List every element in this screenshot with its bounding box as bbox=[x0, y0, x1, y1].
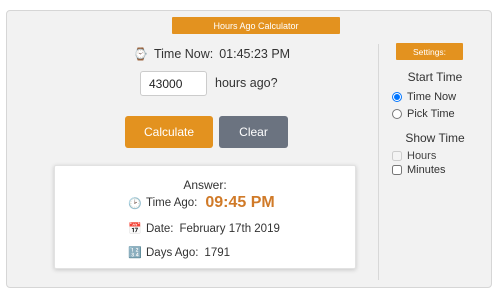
time-ago-row: 🕑 Time Ago: 09:45 PM bbox=[128, 194, 275, 212]
answer-card: Answer: 🕑 Time Ago: 09:45 PM 📅 Date: Feb… bbox=[54, 165, 356, 269]
time-ago-value: 09:45 PM bbox=[205, 194, 275, 211]
time-now-row: ⌚ Time Now: 01:45:23 PM bbox=[133, 47, 290, 61]
answer-title: Answer: bbox=[183, 178, 227, 192]
days-ago-value: 1791 bbox=[204, 246, 231, 259]
show-time-option-hours: Hours bbox=[392, 150, 436, 162]
days-ago-row: 🔢 Days Ago: 1791 bbox=[128, 246, 231, 260]
hours-ago-label: hours ago? bbox=[215, 76, 278, 90]
calculate-button[interactable]: Calculate bbox=[125, 116, 213, 148]
date-row: 📅 Date: February 17th 2019 bbox=[128, 222, 280, 236]
start-time-option-pick-time[interactable]: Pick Time bbox=[392, 108, 455, 120]
start-time-option-time-now[interactable]: Time Now bbox=[392, 91, 456, 103]
time-now-label: Time Now: bbox=[153, 47, 214, 61]
pick-time-radio-label: Pick Time bbox=[407, 108, 455, 120]
numbers-icon: 🔢 bbox=[128, 247, 142, 259]
hours-checkbox-label: Hours bbox=[407, 150, 437, 162]
clock-icon: 🕑 bbox=[128, 197, 142, 210]
clear-button[interactable]: Clear bbox=[219, 116, 288, 148]
pick-time-radio[interactable] bbox=[392, 109, 402, 119]
days-ago-label: Days Ago: bbox=[146, 246, 199, 259]
time-now-radio[interactable] bbox=[392, 92, 402, 102]
show-time-option-minutes[interactable]: Minutes bbox=[392, 164, 446, 176]
minutes-checkbox[interactable] bbox=[392, 165, 402, 175]
start-time-label: Start Time bbox=[407, 70, 463, 84]
settings-divider bbox=[378, 44, 379, 280]
watch-icon: ⌚ bbox=[133, 47, 148, 61]
date-label: Date: bbox=[146, 222, 174, 235]
hours-checkbox bbox=[392, 151, 402, 161]
minutes-checkbox-label: Minutes bbox=[407, 164, 446, 176]
date-value: February 17th 2019 bbox=[179, 222, 280, 235]
settings-title: Settings: bbox=[396, 43, 463, 60]
calculator-title: Hours Ago Calculator bbox=[172, 17, 340, 34]
calendar-icon: 📅 bbox=[128, 223, 142, 235]
calculator-widget: Hours Ago Calculator ⌚ Time Now: 01:45:2… bbox=[6, 10, 492, 288]
hours-input[interactable] bbox=[140, 71, 207, 96]
time-ago-label: Time Ago: bbox=[146, 197, 198, 209]
time-now-value: 01:45:23 PM bbox=[219, 47, 291, 61]
show-time-label: Show Time bbox=[405, 131, 465, 145]
time-now-radio-label: Time Now bbox=[407, 91, 457, 103]
